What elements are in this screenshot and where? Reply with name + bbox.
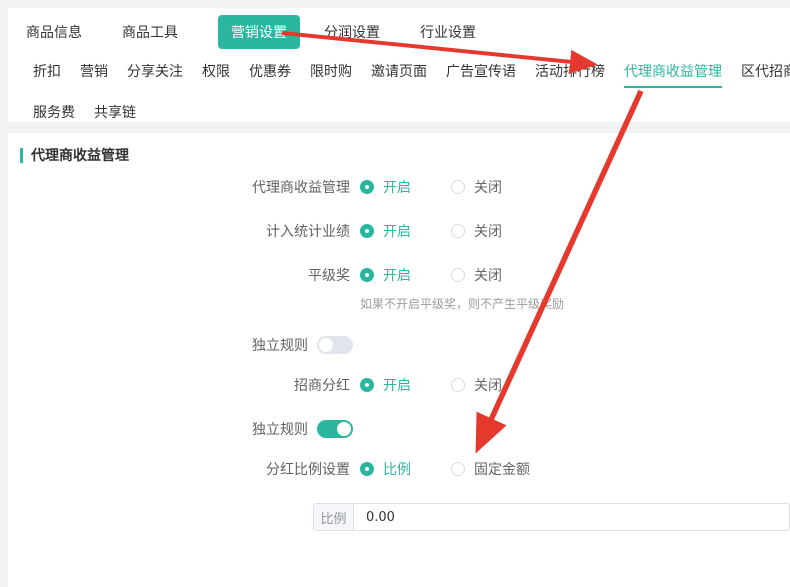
section-header: 代理商收益管理 — [20, 147, 790, 163]
sub-tab-row-1: 折扣营销分享关注权限优惠券限时购邀请页面广告宣传语活动排行榜代理商收益管理区代招… — [33, 61, 790, 88]
radio-selected-icon — [360, 180, 374, 194]
sub-tab-1-9[interactable]: 活动排行榜 — [535, 61, 605, 88]
form-label-5: 招商分红 — [8, 375, 350, 395]
form-row-4: 独立规则 — [8, 335, 790, 355]
radio-unselected-icon — [451, 224, 465, 238]
radio-option-label: 开启 — [383, 177, 411, 197]
tabs-card: 商品信息 商品工具 营销设置 分润设置 行业设置 折扣营销分享关注权限优惠券限时购邀请页… — [8, 8, 790, 122]
toggle-knob — [337, 422, 351, 436]
radio-option-label: 关闭 — [474, 177, 502, 197]
sub-tab-1-11[interactable]: 区代招商员 — [741, 61, 790, 88]
radio-option-7-1[interactable]: 比例 — [360, 459, 411, 479]
section-title: 代理商收益管理 — [31, 145, 129, 165]
top-tab-2[interactable]: 商品工具 — [122, 22, 178, 42]
radio-selected-icon — [360, 268, 374, 282]
radio-selected-icon — [360, 224, 374, 238]
ratio-input[interactable] — [354, 504, 789, 530]
radio-selected-icon — [360, 378, 374, 392]
top-tab-4[interactable]: 分润设置 — [324, 22, 380, 42]
radio-option-label: 关闭 — [474, 221, 502, 241]
form-label-3: 平级奖 — [8, 265, 350, 285]
top-tab-5[interactable]: 行业设置 — [420, 22, 476, 42]
radio-option-7-2[interactable]: 固定金额 — [451, 459, 530, 479]
top-tab-bar: 商品信息 商品工具 营销设置 分润设置 行业设置 — [26, 17, 790, 47]
radio-option-label: 开启 — [383, 221, 411, 241]
form-label-6: 独立规则 — [8, 419, 308, 439]
sub-tab-1-10[interactable]: 代理商收益管理 — [624, 61, 722, 88]
form-label-1: 代理商收益管理 — [8, 177, 350, 197]
radio-option-5-2[interactable]: 关闭 — [451, 375, 502, 395]
radio-option-3-1[interactable]: 开启 — [360, 265, 411, 285]
radio-option-label: 比例 — [383, 459, 411, 479]
form-row-2: 计入统计业绩 开启 关闭 — [8, 221, 790, 241]
sub-tab-1-1[interactable]: 折扣 — [33, 61, 61, 88]
sub-tab-1-3[interactable]: 分享关注 — [127, 61, 183, 88]
radio-unselected-icon — [451, 462, 465, 476]
form-note-3: 如果不开启平级奖，则不产生平级奖励 — [360, 297, 790, 311]
form-row-1: 代理商收益管理 开启 关闭 — [8, 177, 790, 197]
sub-tab-1-8[interactable]: 广告宣传语 — [446, 61, 516, 88]
form-row-3: 平级奖 开启 关闭 — [8, 265, 790, 285]
radio-option-label: 关闭 — [474, 375, 502, 395]
toggle-knob — [319, 338, 333, 352]
form-label-7: 分红比例设置 — [8, 459, 350, 479]
ratio-input-prefix: 比例 — [314, 504, 354, 530]
sub-tab-bar: 折扣营销分享关注权限优惠券限时购邀请页面广告宣传语活动排行榜代理商收益管理区代招… — [8, 61, 790, 129]
sub-tab-1-4[interactable]: 权限 — [202, 61, 230, 88]
sub-tab-1-7[interactable]: 邀请页面 — [371, 61, 427, 88]
sub-tab-row-2: 服务费共享链 — [33, 102, 790, 129]
form-label-4: 独立规则 — [8, 335, 308, 355]
form-row-6: 独立规则 — [8, 419, 790, 439]
radio-option-1-1[interactable]: 开启 — [360, 177, 411, 197]
radio-option-label: 固定金额 — [474, 459, 530, 479]
radio-option-2-2[interactable]: 关闭 — [451, 221, 502, 241]
radio-unselected-icon — [451, 378, 465, 392]
top-tab-1[interactable]: 商品信息 — [26, 22, 82, 42]
form-label-2: 计入统计业绩 — [8, 221, 350, 241]
settings-form: 代理商收益管理开启关闭计入统计业绩开启关闭平级奖开启关闭如果不开启平级奖，则不产… — [8, 177, 790, 531]
radio-selected-icon — [360, 462, 374, 476]
radio-option-5-1[interactable]: 开启 — [360, 375, 411, 395]
radio-unselected-icon — [451, 268, 465, 282]
radio-option-label: 开启 — [383, 265, 411, 285]
sub-tab-1-2[interactable]: 营销 — [80, 61, 108, 88]
sub-tab-2-2[interactable]: 共享链 — [94, 102, 136, 129]
radio-option-1-2[interactable]: 关闭 — [451, 177, 502, 197]
form-row-7: 分红比例设置 比例 固定金额 — [8, 459, 790, 479]
sub-tab-1-5[interactable]: 优惠券 — [249, 61, 291, 88]
radio-unselected-icon — [451, 180, 465, 194]
form-row-5: 招商分红 开启 关闭 — [8, 375, 790, 395]
sub-tab-2-1[interactable]: 服务费 — [33, 102, 75, 129]
ratio-input-group: 比例 — [313, 503, 790, 531]
radio-option-2-1[interactable]: 开启 — [360, 221, 411, 241]
radio-option-label: 开启 — [383, 375, 411, 395]
radio-option-3-2[interactable]: 关闭 — [451, 265, 502, 285]
radio-option-label: 关闭 — [474, 265, 502, 285]
toggle-switch-6[interactable] — [317, 420, 353, 438]
top-tab-3[interactable]: 营销设置 — [218, 15, 300, 49]
sub-tab-1-6[interactable]: 限时购 — [310, 61, 352, 88]
toggle-switch-4[interactable] — [317, 336, 353, 354]
content-card: 代理商收益管理 代理商收益管理开启关闭计入统计业绩开启关闭平级奖开启关闭如果不开… — [8, 133, 790, 587]
section-accent-bar — [20, 148, 23, 163]
